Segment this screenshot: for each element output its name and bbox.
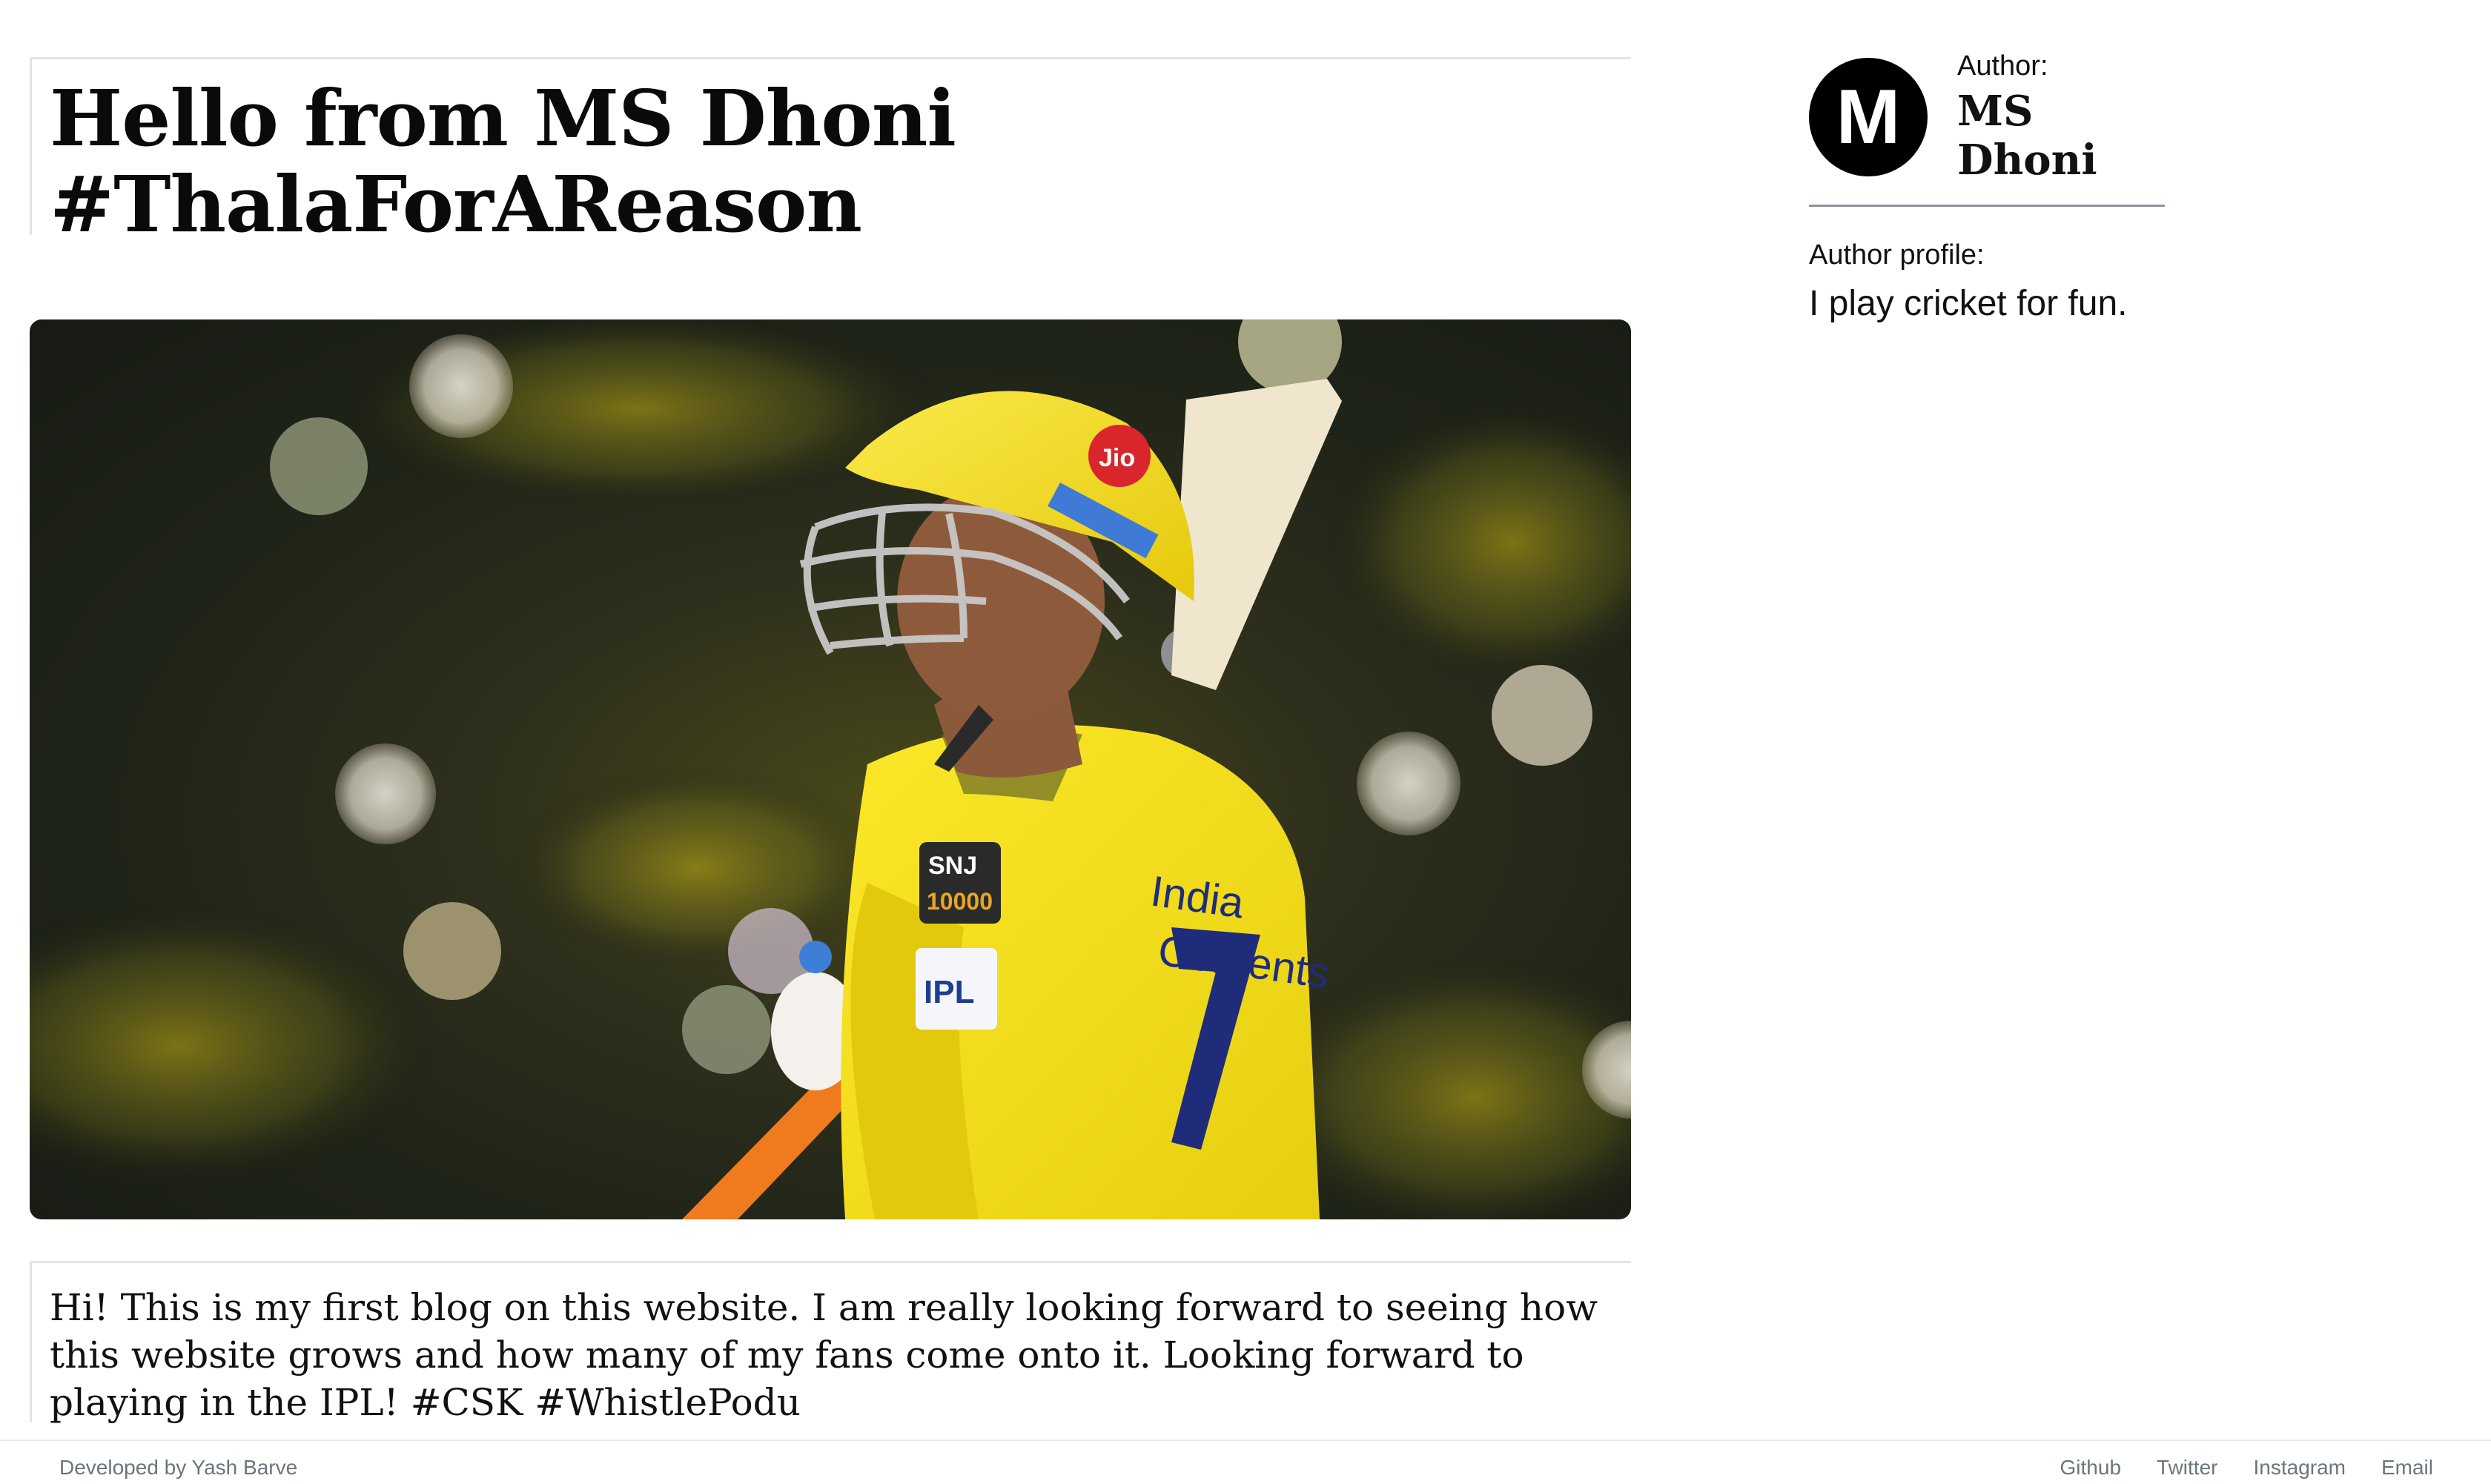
author-name: MS Dhoni <box>1957 86 2097 185</box>
author-sidebar: M Author: MS Dhoni Author profile: I pla… <box>1809 50 2165 324</box>
post-title: Hello from MS Dhoni #ThalaForAReason <box>50 76 1631 248</box>
author-profile-label: Author profile: <box>1809 239 1985 271</box>
sidebar-divider <box>1809 205 2165 207</box>
helmet-jio-logo: Jio <box>1099 444 1135 472</box>
footer-credit: Developed by Yash Barve <box>59 1456 298 1479</box>
post-title-card: Hello from MS Dhoni #ThalaForAReason <box>30 57 1631 248</box>
svg-text:SNJ: SNJ <box>928 852 977 880</box>
post-title-line-1: Hello from MS Dhoni <box>50 73 956 164</box>
footer-link-email[interactable]: Email <box>2381 1456 2433 1480</box>
post-body-card: Hi! This is my first blog on this websit… <box>30 1261 1631 1424</box>
footer-link-github[interactable]: Github <box>2060 1456 2122 1480</box>
author-info: Author: MS Dhoni <box>1957 50 2165 185</box>
page-footer: Developed by Yash Barve Github Twitter I… <box>0 1440 2491 1484</box>
author-header: M Author: MS Dhoni <box>1809 50 2165 185</box>
dhoni-photo: India Cements SNJ 10000 IPL Jio <box>30 319 1631 1219</box>
post-hero-image: India Cements SNJ 10000 IPL Jio <box>30 319 1631 1219</box>
blog-post-page: Hello from MS Dhoni #ThalaForAReason Ind… <box>0 0 2491 1484</box>
svg-text:10000: 10000 <box>927 888 993 915</box>
footer-link-instagram[interactable]: Instagram <box>2253 1456 2346 1480</box>
post-title-line-2: #ThalaForAReason <box>50 159 862 250</box>
author-profile-text: I play cricket for fun. <box>1809 284 2128 323</box>
post-main-column: Hello from MS Dhoni #ThalaForAReason Ind… <box>30 57 1631 1424</box>
footer-link-twitter[interactable]: Twitter <box>2157 1456 2217 1480</box>
post-body-text: Hi! This is my first blog on this websit… <box>50 1286 1598 1424</box>
footer-links: Github Twitter Instagram Email <box>2060 1456 2433 1480</box>
svg-text:IPL: IPL <box>924 974 974 1010</box>
author-label: Author: <box>1957 50 2048 82</box>
author-avatar: M <box>1809 58 1928 176</box>
